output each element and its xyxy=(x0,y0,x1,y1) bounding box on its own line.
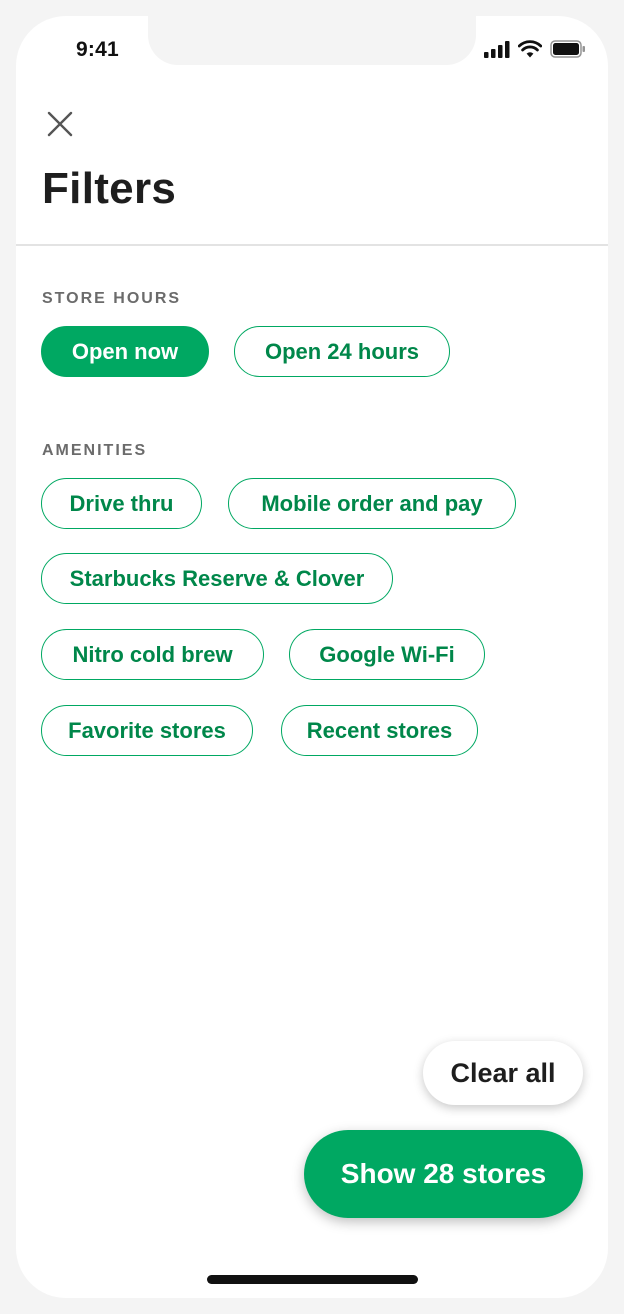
show-stores-button[interactable]: Show 28 stores xyxy=(304,1130,583,1218)
home-indicator xyxy=(207,1275,418,1284)
chip-starbucks-reserve-clover[interactable]: Starbucks Reserve & Clover xyxy=(41,553,393,604)
page-title: Filters xyxy=(42,164,177,213)
amenities-label: AMENITIES xyxy=(42,442,148,459)
status-icons xyxy=(484,40,586,58)
store-hours-label: STORE HOURS xyxy=(42,290,182,307)
battery-icon xyxy=(550,40,585,58)
clear-all-button[interactable]: Clear all xyxy=(423,1041,583,1105)
close-button[interactable] xyxy=(44,108,76,140)
wifi-icon xyxy=(518,40,542,58)
chip-drive-thru[interactable]: Drive thru xyxy=(41,478,202,529)
header-divider xyxy=(16,244,608,246)
chip-favorite-stores[interactable]: Favorite stores xyxy=(41,705,253,756)
chip-mobile-order-and-pay[interactable]: Mobile order and pay xyxy=(228,478,516,529)
chip-google-wifi[interactable]: Google Wi-Fi xyxy=(289,629,485,680)
cellular-signal-icon xyxy=(484,40,510,58)
status-time: 9:41 xyxy=(76,38,119,61)
close-icon xyxy=(47,111,73,137)
chip-open-now[interactable]: Open now xyxy=(41,326,209,377)
device-notch xyxy=(148,16,476,65)
phone-screen: 9:41 Filters STORE HOURS Open now Open 2… xyxy=(16,16,608,1298)
chip-recent-stores[interactable]: Recent stores xyxy=(281,705,478,756)
chip-open-24-hours[interactable]: Open 24 hours xyxy=(234,326,450,377)
chip-nitro-cold-brew[interactable]: Nitro cold brew xyxy=(41,629,264,680)
